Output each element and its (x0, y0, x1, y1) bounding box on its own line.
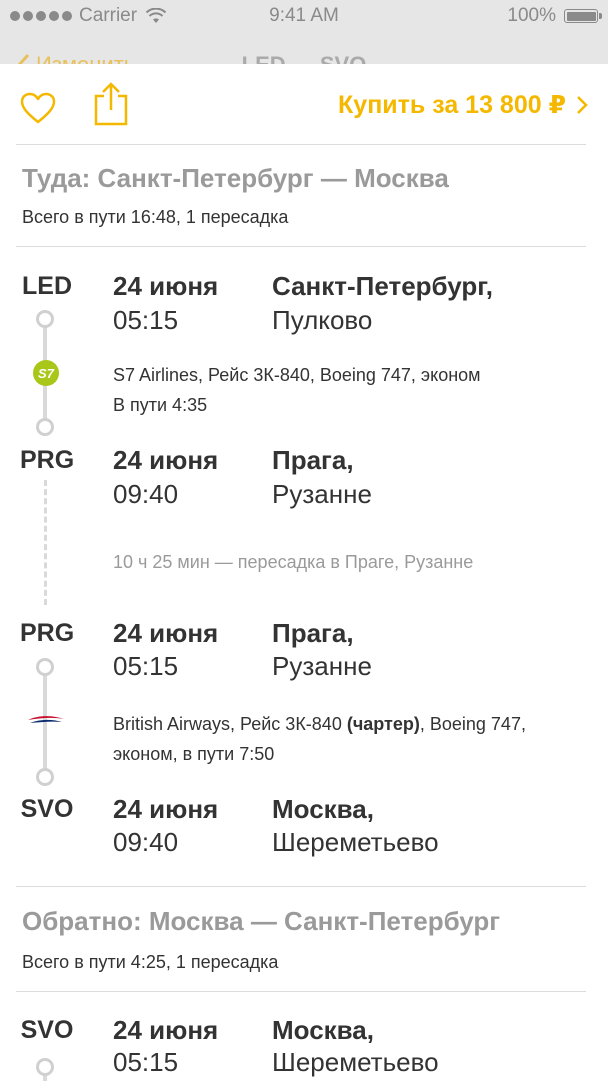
departure-airport: Шереметьево (272, 1047, 439, 1077)
charter-label: (чартер) (346, 714, 420, 734)
battery-icon (564, 9, 602, 23)
timeline-node (36, 418, 54, 436)
buy-button[interactable]: Купить за 13 800 ₽ (338, 90, 588, 120)
arrival-time: 09:40 (113, 479, 179, 509)
departure-date: 24 июня (113, 618, 219, 648)
divider (16, 246, 586, 247)
layover-info: 10 ч 25 мин — пересадка в Праге, Рузанне (113, 552, 474, 572)
s7-airline-logo: S7 (33, 360, 59, 386)
departure-airport: Пулково (272, 305, 373, 335)
arrival-iata: PRG (20, 446, 75, 474)
battery-percent: 100% (507, 5, 556, 26)
departure-iata: PRG (20, 619, 75, 647)
arrival-city: Москва, (272, 794, 374, 824)
flight-details-suffix: , Boeing 747, (419, 714, 526, 734)
divider (16, 991, 586, 992)
flight-details-prefix: British Airways, Рейс 3К-840 (113, 714, 347, 734)
buy-label: Купить за 13 800 ₽ (338, 91, 566, 119)
departure-date: 24 июня (113, 1015, 219, 1045)
divider (16, 144, 586, 145)
outbound-summary: Всего в пути 16:48, 1 пересадка (22, 207, 289, 227)
arrival-date: 24 июня (113, 445, 219, 475)
chevron-right-icon (577, 96, 588, 114)
flight-info: British Airways, Рейс 3К-840 (чартер), B… (113, 709, 526, 769)
flight-duration: эконом, в пути 7:50 (113, 744, 275, 764)
departure-iata: LED (22, 272, 72, 300)
arrival-iata: SVO (20, 795, 74, 823)
layover-dashed-line (44, 480, 47, 605)
departure-airport: Рузанне (272, 651, 372, 681)
departure-date: 24 июня (113, 271, 219, 301)
favorite-heart-icon[interactable] (20, 92, 56, 124)
timeline-node (36, 768, 54, 786)
arrival-city: Прага, (272, 445, 354, 475)
timeline-node (36, 1058, 54, 1076)
flight-details: S7 Airlines, Рейс 3К-840, Boeing 747, эк… (113, 365, 481, 385)
departure-time: 05:15 (113, 305, 179, 335)
arrival-airport: Шереметьево (272, 827, 439, 857)
departure-time: 05:15 (113, 651, 179, 681)
flight-info: S7 Airlines, Рейс 3К-840, Boeing 747, эк… (113, 360, 481, 420)
timeline-node (36, 310, 54, 328)
return-summary: Всего в пути 4:25, 1 пересадка (22, 952, 279, 972)
flight-duration: В пути 4:35 (113, 395, 208, 415)
return-title: Обратно: Москва — Санкт-Петербург (22, 906, 501, 936)
status-bar: Carrier 9:41 AM 100% (0, 0, 608, 32)
departure-city: Москва, (272, 1015, 374, 1045)
divider (16, 886, 586, 887)
flight-details: British Airways, Рейс 3К-840 (чартер), B… (113, 709, 526, 739)
timeline-node (36, 658, 54, 676)
departure-time: 05:15 (113, 1047, 179, 1077)
share-icon[interactable] (94, 82, 128, 126)
departure-city: Санкт-Петербург, (272, 271, 494, 301)
arrival-time: 09:40 (113, 827, 179, 857)
outbound-title: Туда: Санкт-Петербург — Москва (22, 163, 449, 193)
arrival-airport: Рузанне (272, 479, 372, 509)
departure-iata: SVO (20, 1016, 74, 1044)
arrival-date: 24 июня (113, 794, 219, 824)
action-bar: Купить за 13 800 ₽ (0, 64, 608, 144)
british-airways-logo (28, 716, 64, 723)
battery-status: 100% (507, 5, 602, 27)
departure-city: Прага, (272, 618, 354, 648)
